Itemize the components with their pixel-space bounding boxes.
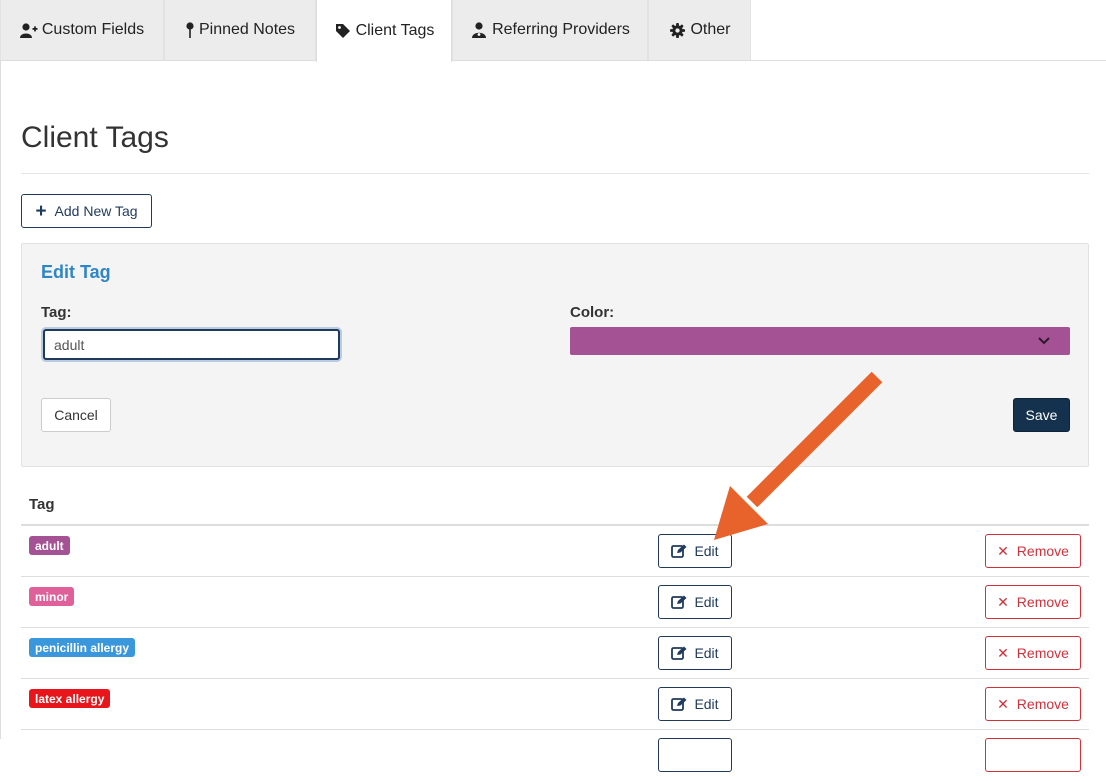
tab-referring-providers[interactable]: Referring Providers [452, 0, 648, 60]
edit-button[interactable]: Edit [658, 534, 732, 568]
edit-icon [671, 595, 687, 609]
title-divider [21, 173, 1089, 174]
page-title: Client Tags [21, 121, 169, 154]
chevron-down-icon [1038, 333, 1050, 351]
edit-label: Edit [694, 543, 719, 559]
tab-label: Custom Fields [41, 21, 145, 38]
close-icon: ✕ [997, 542, 1009, 559]
edit-button[interactable]: Edit [658, 636, 732, 670]
remove-button[interactable]: ✕ Remove [985, 585, 1081, 619]
edit-button[interactable]: Edit [658, 585, 732, 619]
table-row: latex allergy Edit ✕ Remove [21, 679, 1089, 730]
tag-icon [334, 23, 352, 39]
tab-label: Other [690, 21, 731, 38]
remove-button[interactable]: ✕ Remove [985, 636, 1081, 670]
edit-label: Edit [694, 696, 719, 712]
remove-button[interactable]: ✕ Remove [985, 687, 1081, 721]
table-row: minor Edit ✕ Remove [21, 577, 1089, 628]
edit-button[interactable] [658, 738, 732, 772]
tag-column-header: Tag [29, 496, 55, 513]
add-new-tag-button[interactable]: + Add New Tag [21, 194, 152, 228]
edit-icon [671, 697, 687, 711]
table-row: adult Edit ✕ Remove [21, 526, 1089, 577]
close-icon: ✕ [997, 644, 1009, 661]
remove-label: Remove [1016, 696, 1069, 712]
edit-icon [671, 544, 687, 558]
tab-other[interactable]: Other [648, 0, 751, 60]
tag-badge: minor [29, 587, 75, 606]
table-row: penicillin allergy Edit ✕ Remove [21, 628, 1089, 679]
table-row [21, 730, 1089, 781]
tab-label: Client Tags [355, 22, 435, 39]
close-icon: ✕ [997, 593, 1009, 610]
remove-label: Remove [1016, 594, 1069, 610]
remove-label: Remove [1016, 543, 1069, 559]
edit-button[interactable]: Edit [658, 687, 732, 721]
add-new-tag-label: Add New Tag [54, 203, 138, 219]
plus-icon: + [35, 200, 47, 222]
color-select[interactable] [570, 327, 1070, 355]
edit-tag-panel: Edit Tag Tag: Color: Cancel Save [21, 243, 1089, 467]
remove-button[interactable] [985, 738, 1081, 772]
user-doctor-icon [470, 22, 488, 38]
pin-icon [185, 22, 195, 38]
tab-label: Pinned Notes [198, 21, 296, 38]
remove-button[interactable]: ✕ Remove [985, 534, 1081, 568]
edit-tag-title: Edit Tag [41, 262, 111, 282]
remove-label: Remove [1016, 645, 1069, 661]
tab-custom-fields[interactable]: Custom Fields [0, 0, 164, 60]
gear-icon [668, 22, 686, 38]
settings-tabs: Custom Fields Pinned Notes Client Tags R… [0, 0, 1106, 62]
tab-label: Referring Providers [492, 21, 630, 38]
edit-icon [671, 646, 687, 660]
save-button[interactable]: Save [1013, 398, 1070, 432]
color-field-label: Color: [570, 304, 615, 321]
edit-label: Edit [694, 594, 719, 610]
cancel-button[interactable]: Cancel [41, 398, 111, 432]
content-border [0, 61, 1, 739]
close-icon: ✕ [997, 695, 1009, 712]
tag-badge: penicillin allergy [29, 638, 136, 657]
tag-name-input[interactable] [43, 329, 340, 360]
edit-label: Edit [694, 645, 719, 661]
tag-badge: adult [29, 536, 70, 555]
tab-client-tags[interactable]: Client Tags [316, 0, 452, 62]
tag-field-label: Tag: [41, 304, 72, 321]
tag-badge: latex allergy [29, 689, 111, 708]
user-plus-icon [19, 22, 38, 38]
tab-pinned-notes[interactable]: Pinned Notes [164, 0, 316, 60]
